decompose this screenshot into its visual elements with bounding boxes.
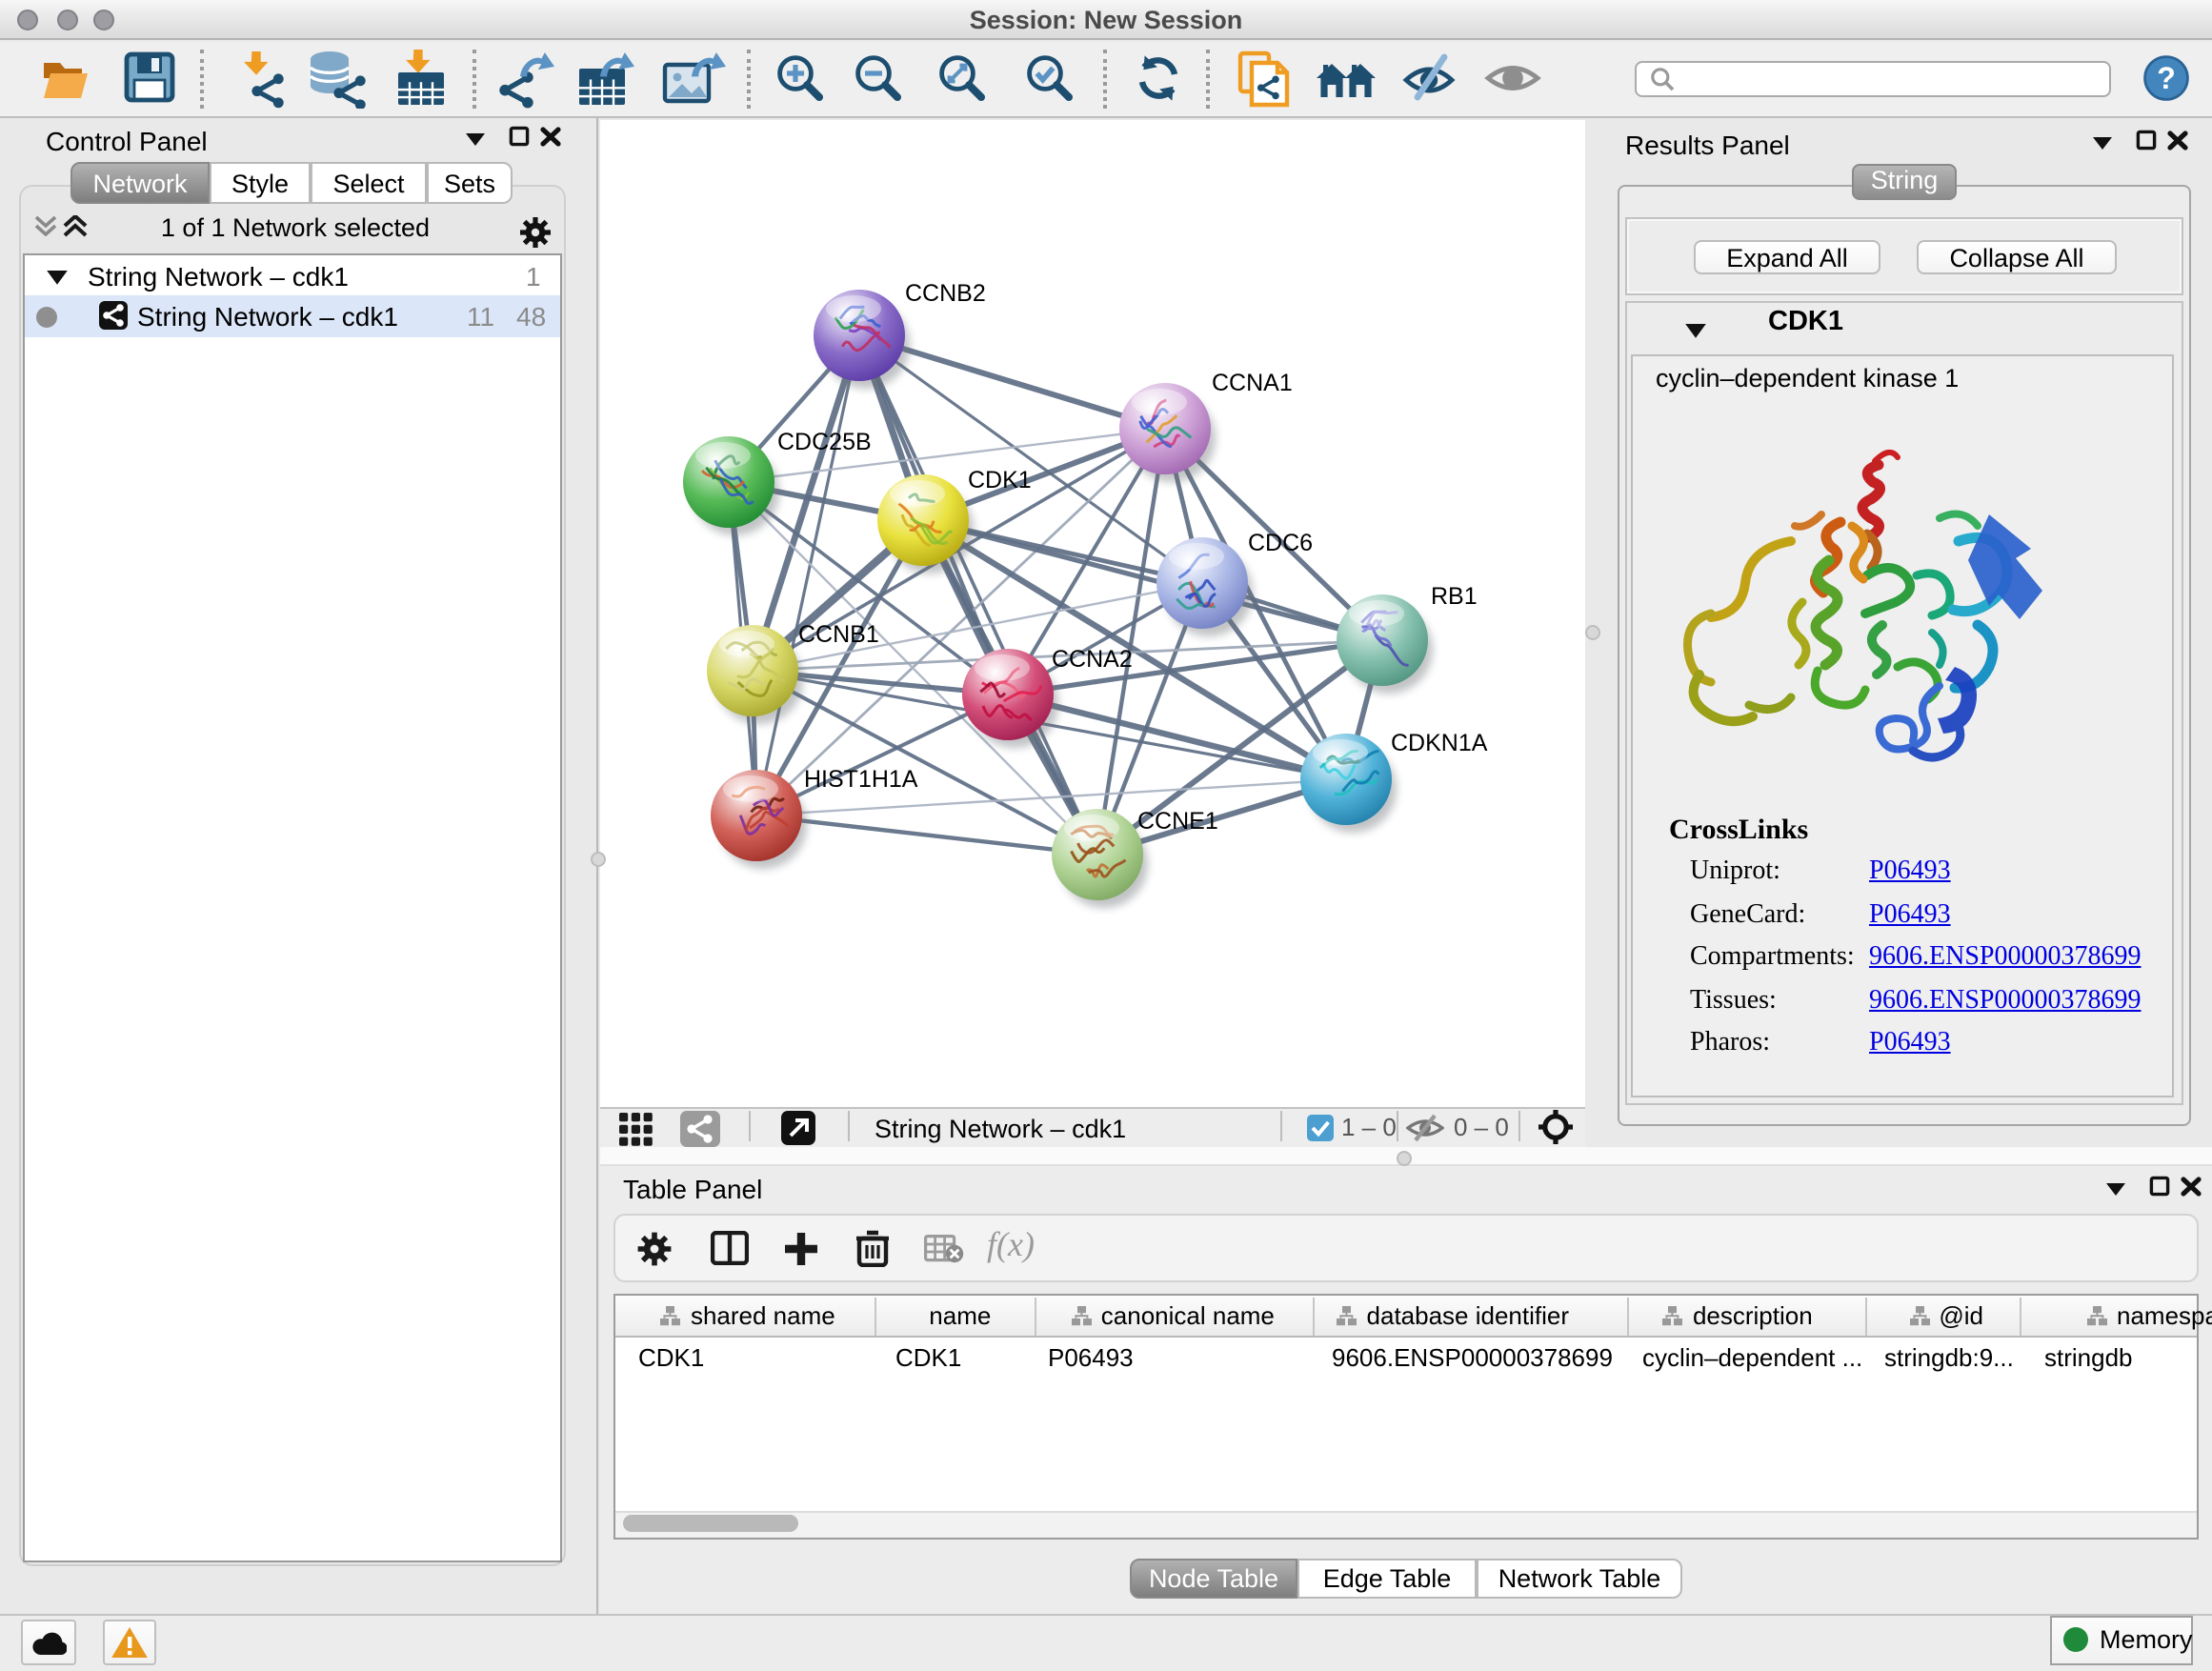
svg-text:CDC6: CDC6 bbox=[1248, 530, 1313, 556]
svg-text:CDKN1A: CDKN1A bbox=[1391, 730, 1488, 756]
svg-text:CDK1: CDK1 bbox=[968, 467, 1032, 493]
svg-text:CCNA1: CCNA1 bbox=[1212, 370, 1293, 396]
svg-text:RB1: RB1 bbox=[1431, 583, 1478, 610]
svg-text:CCNB2: CCNB2 bbox=[905, 280, 986, 307]
svg-text:CCNA2: CCNA2 bbox=[1052, 646, 1133, 673]
svg-text:CCNB1: CCNB1 bbox=[798, 621, 879, 648]
svg-text:?: ? bbox=[2157, 61, 2176, 95]
svg-text:CDC25B: CDC25B bbox=[777, 429, 872, 455]
svg-text:HIST1H1A: HIST1H1A bbox=[804, 766, 918, 793]
svg-text:CCNE1: CCNE1 bbox=[1137, 808, 1218, 835]
